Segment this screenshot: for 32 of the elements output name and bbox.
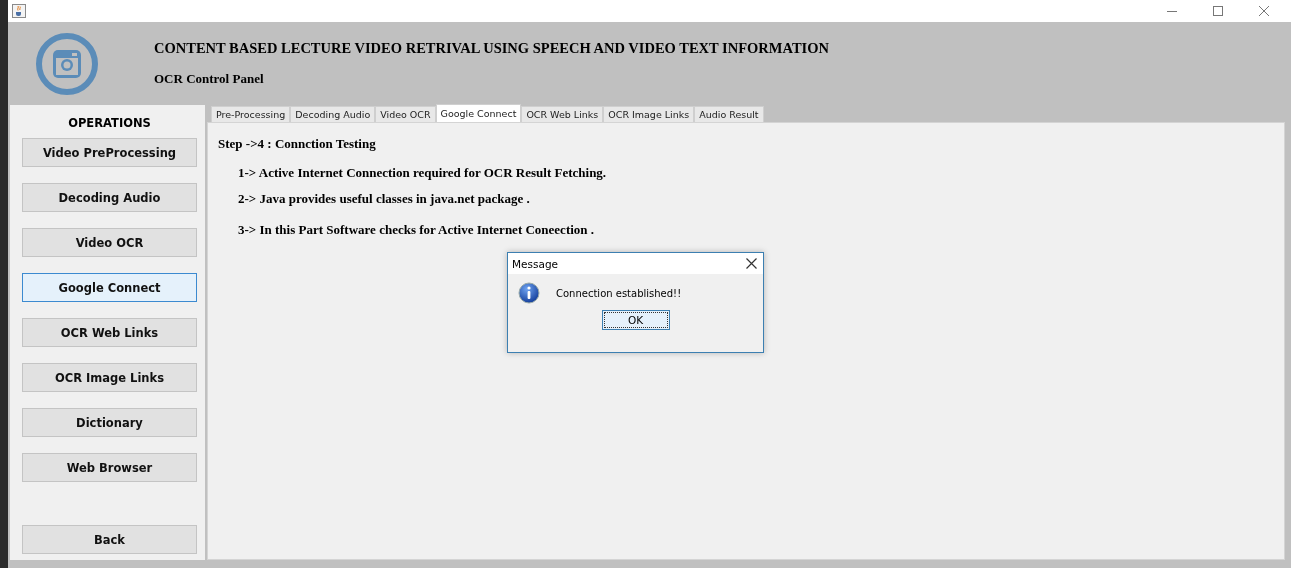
operation-button[interactable]: Video OCR xyxy=(22,228,197,257)
maximize-icon[interactable] xyxy=(1213,6,1223,16)
back-button[interactable]: Back xyxy=(22,525,197,554)
tab[interactable]: OCR Web Links xyxy=(521,106,604,122)
step-note: 3-> In this Part Software checks for Active Internet Coneection . xyxy=(238,222,595,238)
app-icon xyxy=(12,4,26,18)
tab[interactable]: OCR Image Links xyxy=(603,106,695,122)
close-icon[interactable] xyxy=(746,258,757,269)
step-heading: Step ->4 : Connction Testing xyxy=(218,136,376,152)
operation-button[interactable]: OCR Web Links xyxy=(22,318,197,347)
panel-subtitle: OCR Control Panel xyxy=(154,71,265,87)
operation-button[interactable]: Dictionary xyxy=(22,408,197,437)
info-icon xyxy=(518,282,540,304)
tab[interactable]: Decoding Audio xyxy=(290,106,376,122)
ok-button[interactable]: OK xyxy=(601,310,670,330)
minimize-icon[interactable] xyxy=(1167,10,1177,12)
step-note: 2-> Java provides useful classes in java.net package . xyxy=(238,191,530,207)
tab[interactable]: Video OCR xyxy=(375,106,436,122)
operations-heading: OPERATIONS xyxy=(68,116,151,130)
operation-button[interactable]: Video PreProcessing xyxy=(22,138,197,167)
tab[interactable]: Pre-Processing xyxy=(211,106,291,122)
operation-button[interactable]: Decoding Audio xyxy=(22,183,197,212)
dialog-title: Message xyxy=(512,257,559,270)
operation-button[interactable]: Web Browser xyxy=(22,453,197,482)
tab[interactable]: Audio Result xyxy=(694,106,764,122)
dialog-message: Connection established!! xyxy=(556,287,682,299)
camera-icon xyxy=(35,31,99,96)
tab[interactable]: Google Connect xyxy=(435,104,522,122)
step-note: 1-> Active Internet Connection required for OCR Result Fetching. xyxy=(238,165,607,181)
operation-button[interactable]: Google Connect xyxy=(22,273,197,302)
operation-button[interactable]: OCR Image Links xyxy=(22,363,197,392)
app-title: CONTENT BASED LECTURE VIDEO RETRIVAL USING SPEECH AND VIDEO TEXT INFORMATION xyxy=(154,40,829,57)
